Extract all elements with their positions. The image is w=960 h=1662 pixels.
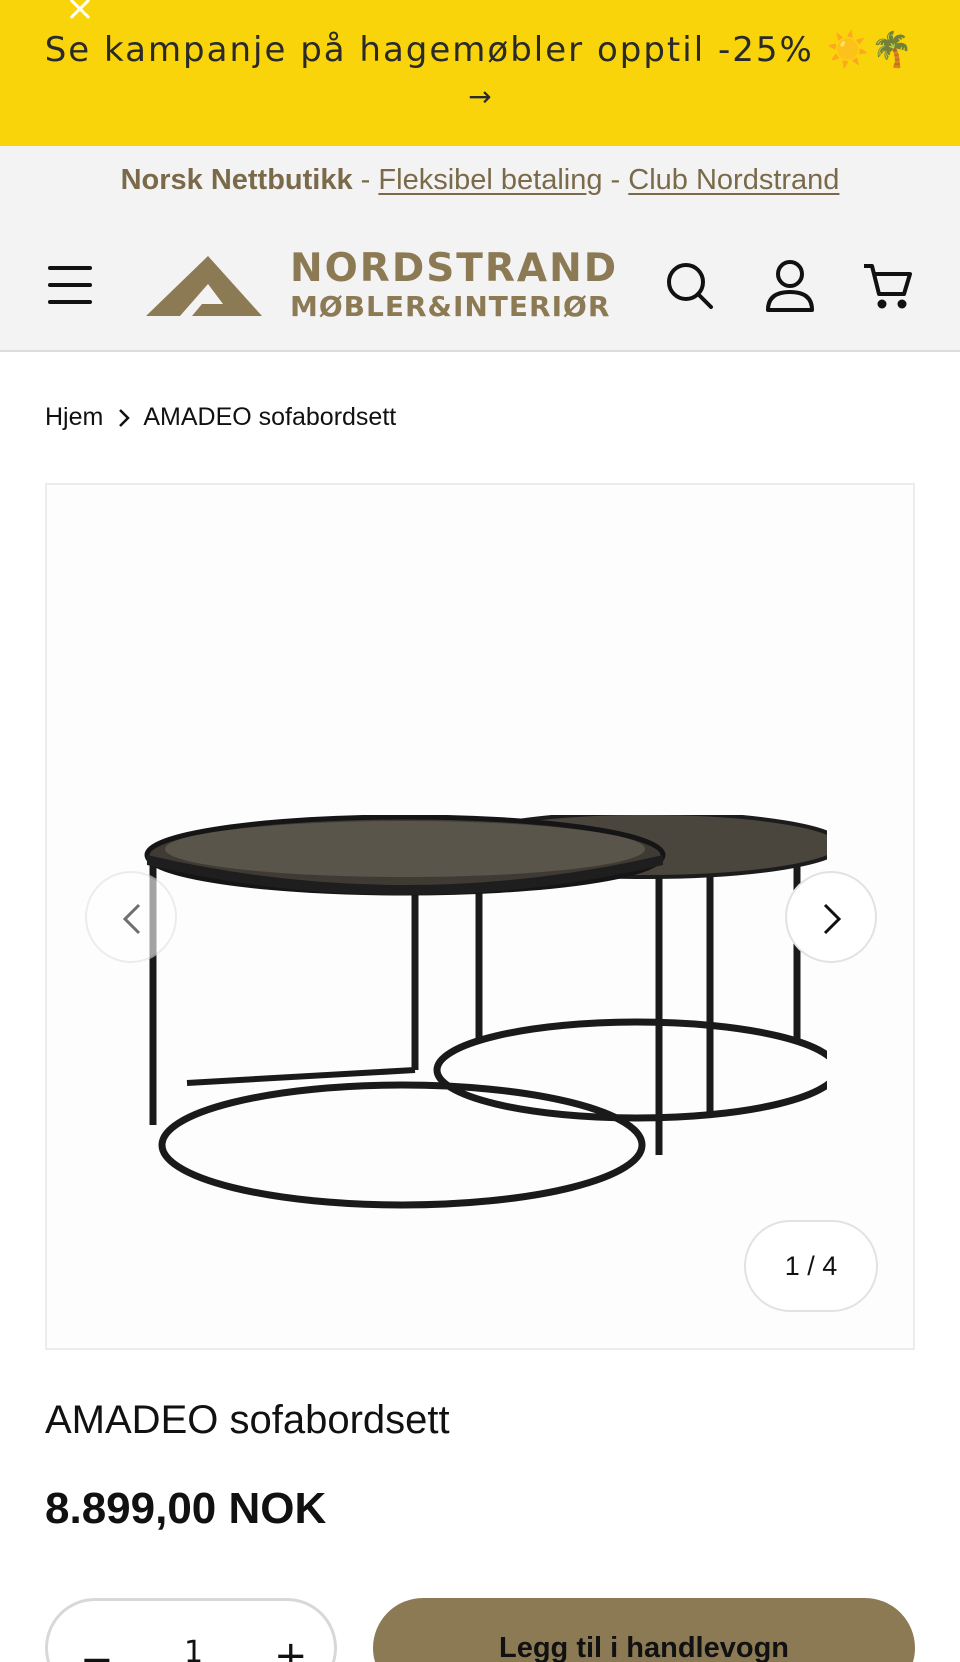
site-header: NORDSTRAND MØBLER&INTERIØR <box>0 218 960 352</box>
logo[interactable]: NORDSTRAND MØBLER&INTERIØR <box>146 246 646 326</box>
info-strip: Norsk Nettbutikk - Fleksibel betaling - … <box>0 146 960 218</box>
search-icon[interactable] <box>662 258 718 314</box>
product-title: AMADEO sofabordsett <box>45 1398 450 1442</box>
quantity-decrease-button[interactable]: − <box>80 1637 114 1662</box>
quantity-input[interactable]: 1 <box>184 1635 203 1662</box>
hamburger-menu-icon[interactable] <box>44 264 96 306</box>
user-icon[interactable] <box>762 258 818 314</box>
next-image-button[interactable] <box>785 871 877 963</box>
close-icon[interactable]: × <box>62 0 98 27</box>
promo-banner[interactable]: × Se kampanje på hagemøbler opptil -25% … <box>0 0 960 146</box>
breadcrumb-home-link[interactable]: Hjem <box>45 403 103 432</box>
promo-text[interactable]: Se kampanje på hagemøbler opptil -25% ☀️… <box>0 30 960 70</box>
club-nordstrand-link[interactable]: Club Nordstrand <box>628 164 839 196</box>
info-separator: - <box>360 164 371 196</box>
chevron-right-icon <box>823 903 842 935</box>
product-gallery[interactable]: 1 / 4 <box>45 483 915 1350</box>
breadcrumb-current: AMADEO sofabordsett <box>143 403 397 431</box>
quantity-increase-button[interactable]: + <box>274 1633 308 1662</box>
info-brand-text: Norsk Nettbutikk <box>120 164 353 196</box>
flexible-payment-link[interactable]: Fleksibel betaling <box>378 164 602 196</box>
chevron-right-icon <box>119 408 131 427</box>
image-counter: 1 / 4 <box>744 1220 878 1312</box>
logo-mark-icon <box>146 256 262 316</box>
chevron-left-icon <box>122 903 141 935</box>
logo-line1: NORDSTRAND <box>290 246 619 291</box>
product-image <box>144 815 827 1209</box>
info-separator: - <box>610 164 621 196</box>
add-to-cart-button[interactable]: Legg til i handlevogn <box>373 1598 915 1662</box>
arrow-right-icon[interactable]: → <box>0 80 960 113</box>
breadcrumb: Hjem AMADEO sofabordsett <box>45 403 396 432</box>
logo-line2: MØBLER&INTERIØR <box>290 290 611 323</box>
previous-image-button[interactable] <box>85 871 177 963</box>
quantity-stepper: − 1 + <box>45 1598 337 1662</box>
cart-icon[interactable] <box>860 258 916 314</box>
product-price: 8.899,00 NOK <box>45 1484 327 1533</box>
